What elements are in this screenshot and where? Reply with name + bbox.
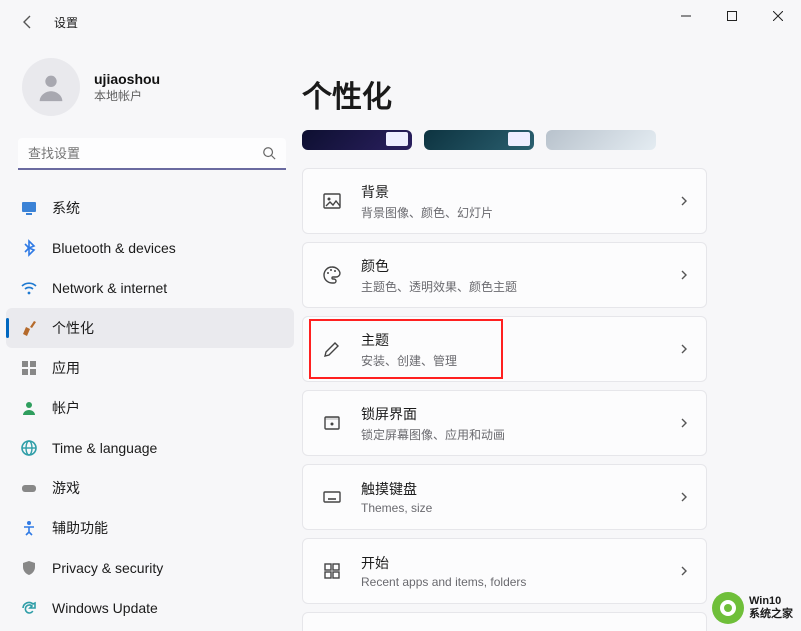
- arrow-left-icon: [20, 14, 36, 30]
- option-title: 开始: [361, 553, 678, 573]
- lock-icon: [319, 413, 345, 433]
- option-start[interactable]: 开始 Recent apps and items, folders: [302, 538, 707, 604]
- nav-item-9[interactable]: Privacy & security: [6, 548, 294, 588]
- option-sub: 主题色、透明效果、颜色主题: [361, 278, 678, 295]
- option-sub: 安装、创建、管理: [361, 352, 678, 369]
- maximize-button[interactable]: [709, 0, 755, 32]
- palette-icon: [319, 265, 345, 285]
- nav-item-10[interactable]: Windows Update: [6, 588, 294, 628]
- nav-item-label: 帐户: [52, 398, 80, 418]
- nav-item-label: Privacy & security: [52, 560, 163, 576]
- nav-item-label: 游戏: [52, 478, 80, 498]
- main: 个性化 背景 背景图像、颜色、幻灯片 颜色 主题色、透明效果、颜色主题 主题 安…: [302, 44, 801, 631]
- person-icon: [20, 399, 38, 417]
- option-sub: 背景图像、颜色、幻灯片: [361, 204, 678, 221]
- nav-item-label: Network & internet: [52, 280, 167, 296]
- minimize-button[interactable]: [663, 0, 709, 32]
- accessibility-icon: [20, 519, 38, 537]
- nav-item-5[interactable]: 帐户: [6, 388, 294, 428]
- wifi-icon: [20, 279, 38, 297]
- search-box: [18, 138, 286, 170]
- nav-item-label: Bluetooth & devices: [52, 240, 176, 256]
- chevron-right-icon: [678, 565, 690, 577]
- minimize-icon: [681, 11, 691, 21]
- titlebar: 设置: [0, 0, 801, 44]
- nav-item-label: 系统: [52, 198, 80, 218]
- theme-thumb-2[interactable]: [424, 130, 534, 150]
- chevron-right-icon: [678, 417, 690, 429]
- nav-item-1[interactable]: Bluetooth & devices: [6, 228, 294, 268]
- nav-list: 系统 Bluetooth & devices Network & internet 个…: [0, 188, 302, 628]
- back-button[interactable]: [14, 8, 42, 36]
- option-taskbar[interactable]: 任务栏: [302, 612, 707, 631]
- profile[interactable]: ujiaoshou 本地帐户: [0, 58, 302, 134]
- nav-item-label: 个性化: [52, 318, 94, 338]
- nav-item-8[interactable]: 辅助功能: [6, 508, 294, 548]
- option-sub: Themes, size: [361, 501, 678, 515]
- theme-thumb-1[interactable]: [302, 130, 412, 150]
- image-icon: [319, 191, 345, 211]
- start-icon: [319, 561, 345, 581]
- close-icon: [773, 11, 783, 21]
- maximize-icon: [727, 11, 737, 21]
- page-title: 个性化: [302, 72, 777, 116]
- close-button[interactable]: [755, 0, 801, 32]
- apps-icon: [20, 359, 38, 377]
- theme-thumbnails: [302, 130, 777, 150]
- nav-item-4[interactable]: 应用: [6, 348, 294, 388]
- monitor-icon: [20, 199, 38, 217]
- chevron-right-icon: [678, 343, 690, 355]
- search-input[interactable]: [18, 138, 286, 170]
- avatar: [22, 58, 80, 116]
- option-sub: Recent apps and items, folders: [361, 575, 678, 589]
- option-title: 颜色: [361, 256, 678, 276]
- option-title: 背景: [361, 182, 678, 202]
- pencil-icon: [319, 339, 345, 359]
- watermark-badge-icon: [711, 591, 745, 625]
- option-title: 主题: [361, 330, 678, 350]
- option-lock[interactable]: 锁屏界面 锁定屏幕图像、应用和动画: [302, 390, 707, 456]
- option-title: 触摸键盘: [361, 479, 678, 499]
- options-list: 背景 背景图像、颜色、幻灯片 颜色 主题色、透明效果、颜色主题 主题 安装、创建…: [302, 168, 707, 631]
- option-sub: 锁定屏幕图像、应用和动画: [361, 426, 678, 443]
- gamepad-icon: [20, 479, 38, 497]
- nav-item-label: Time & language: [52, 440, 157, 456]
- option-keyboard[interactable]: 触摸键盘 Themes, size: [302, 464, 707, 530]
- nav-item-6[interactable]: Time & language: [6, 428, 294, 468]
- keyboard-icon: [319, 487, 345, 507]
- globe-icon: [20, 439, 38, 457]
- chevron-right-icon: [678, 195, 690, 207]
- chevron-right-icon: [678, 491, 690, 503]
- nav-item-0[interactable]: 系统: [6, 188, 294, 228]
- search-icon: [262, 146, 276, 160]
- watermark-line2: 系统之家: [749, 608, 793, 621]
- nav-item-label: 应用: [52, 358, 80, 378]
- watermark: Win10 系统之家: [707, 589, 797, 627]
- chevron-right-icon: [678, 269, 690, 281]
- sidebar: ujiaoshou 本地帐户 系统 Bluetooth & devices Netw…: [0, 44, 302, 631]
- nav-item-7[interactable]: 游戏: [6, 468, 294, 508]
- window-title: 设置: [54, 14, 78, 31]
- theme-thumb-3[interactable]: [546, 130, 656, 150]
- bluetooth-icon: [20, 239, 38, 257]
- watermark-line1: Win10: [749, 595, 793, 608]
- update-icon: [20, 599, 38, 617]
- brush-icon: [20, 319, 38, 337]
- nav-item-3[interactable]: 个性化: [6, 308, 294, 348]
- option-title: 锁屏界面: [361, 404, 678, 424]
- person-icon: [34, 70, 68, 104]
- nav-item-label: 辅助功能: [52, 518, 108, 538]
- profile-name: ujiaoshou: [94, 71, 160, 87]
- option-palette[interactable]: 颜色 主题色、透明效果、颜色主题: [302, 242, 707, 308]
- window-controls: [663, 0, 801, 32]
- option-image[interactable]: 背景 背景图像、颜色、幻灯片: [302, 168, 707, 234]
- profile-sub: 本地帐户: [94, 87, 160, 104]
- nav-item-label: Windows Update: [52, 600, 158, 616]
- shield-icon: [20, 559, 38, 577]
- nav-item-2[interactable]: Network & internet: [6, 268, 294, 308]
- option-pencil[interactable]: 主题 安装、创建、管理: [302, 316, 707, 382]
